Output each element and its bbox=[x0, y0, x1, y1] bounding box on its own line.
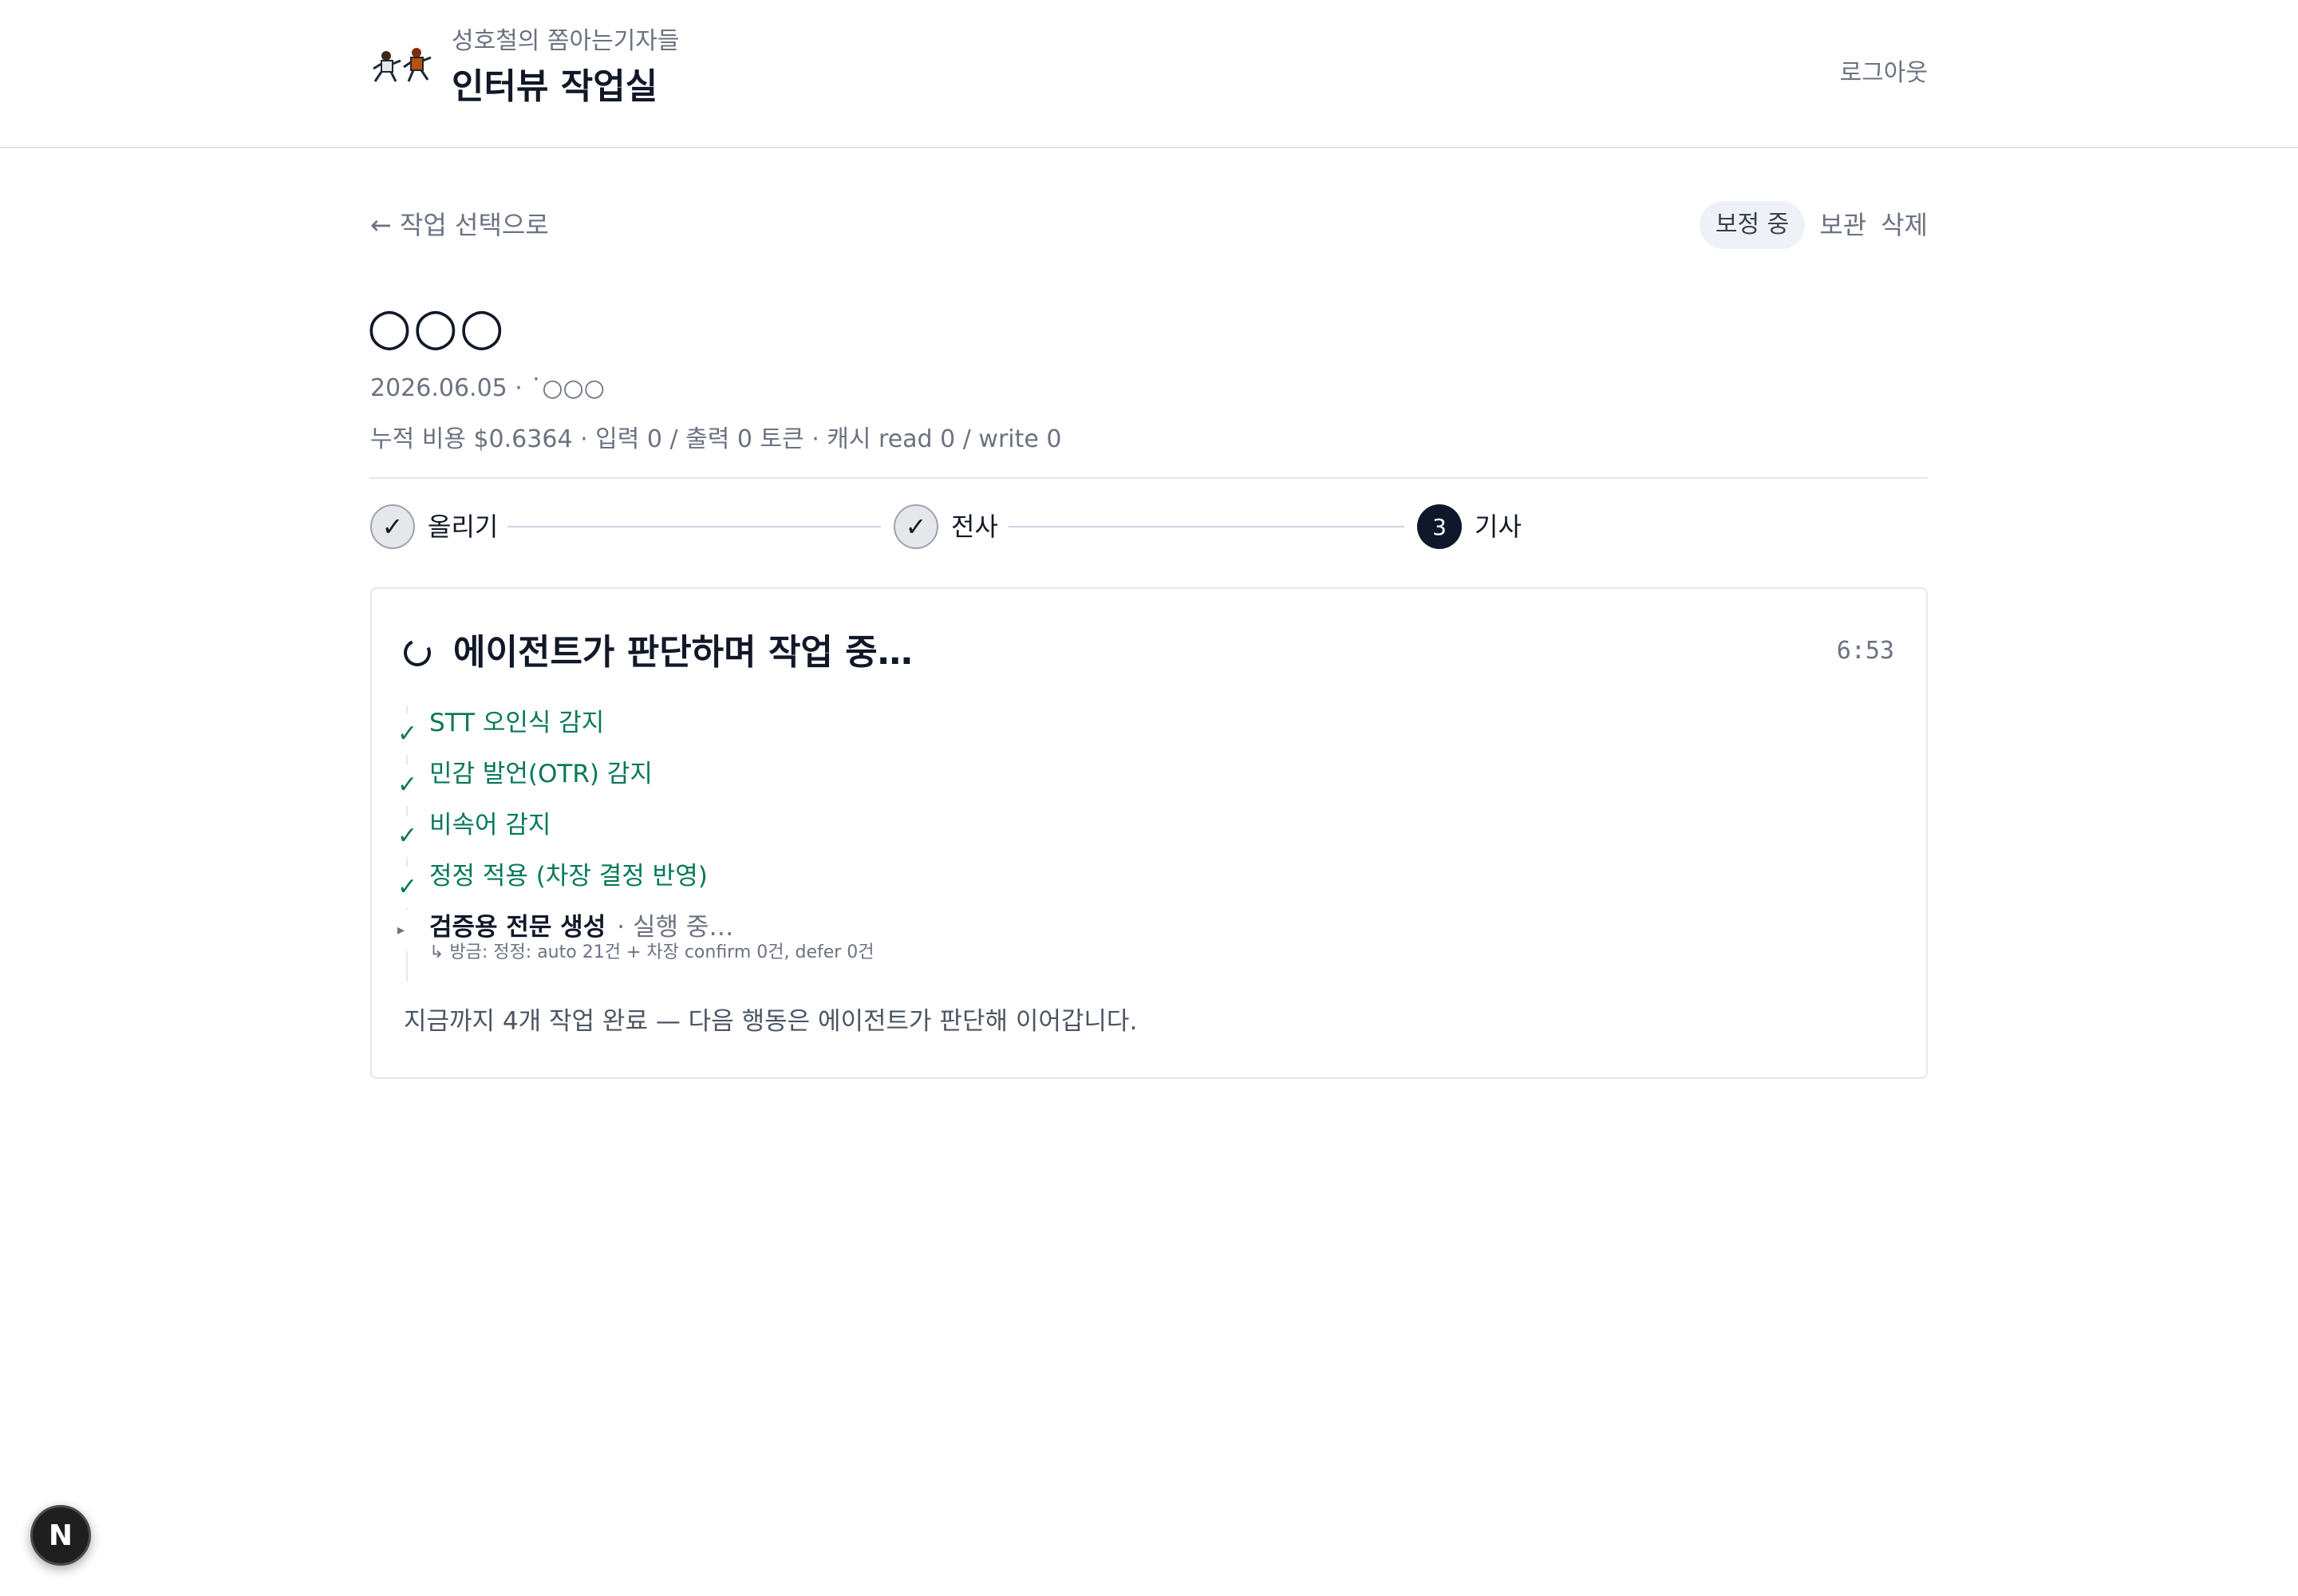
expand-triangle-icon[interactable]: ▸ bbox=[397, 910, 420, 951]
task-label: 검증용 전문 생성 bbox=[429, 913, 606, 942]
check-icon: ✓ bbox=[397, 713, 420, 755]
task-label: 비속어 감지 bbox=[429, 811, 551, 839]
task-list: ✓ STT 오인식 감지 ✓ 민감 발언(OTR) 감지 ✓ 비속어 감지 ✓ … bbox=[397, 705, 1897, 982]
divider bbox=[370, 477, 1928, 479]
task-status: · 실행 중… bbox=[617, 913, 734, 942]
delete-button[interactable]: 삭제 bbox=[1881, 207, 1928, 243]
card-header: 에이전트가 판단하며 작업 중… bbox=[400, 629, 913, 677]
step-label: 전사 bbox=[951, 512, 998, 542]
list-item: ✓ STT 오인식 감지 bbox=[397, 705, 1897, 757]
list-item: ✓ 민감 발언(OTR) 감지 bbox=[397, 757, 1897, 808]
task-label: STT 오인식 감지 bbox=[429, 709, 605, 737]
step-number: 3 bbox=[1417, 504, 1462, 549]
job-meta: 2026.06.05 · ˙̇○○○ bbox=[370, 374, 605, 402]
brand-text: 성호철의 쫌아는기자들 인터뷰 작업실 bbox=[452, 24, 680, 110]
check-icon: ✓ bbox=[397, 867, 420, 908]
next-dev-indicator-icon[interactable]: N bbox=[30, 1505, 91, 1566]
brand-subtitle: 성호철의 쫌아는기자들 bbox=[452, 27, 680, 55]
step-label: 기사 bbox=[1475, 512, 1522, 542]
cost-summary: 누적 비용 $0.6364 · 입력 0 / 출력 0 토큰 · 캐시 read… bbox=[370, 425, 1062, 453]
step-connector bbox=[507, 526, 881, 527]
elapsed-timer: 6:53 bbox=[1836, 637, 1894, 665]
reporters-logo-icon bbox=[370, 43, 434, 91]
step-label: 올리기 bbox=[428, 512, 499, 542]
list-item: ✓ 비속어 감지 bbox=[397, 808, 1897, 859]
back-to-jobs-link[interactable]: ← 작업 선택으로 bbox=[370, 207, 549, 243]
task-label: 정정 적용 (차장 결정 반영) bbox=[429, 862, 708, 891]
progress-stepper: ✓ 올리기 ✓ 전사 3 기사 bbox=[370, 503, 1928, 551]
running-task[interactable]: ▸ 검증용 전문 생성 · 실행 중… bbox=[397, 910, 1897, 951]
loading-spinner-icon bbox=[400, 635, 435, 670]
check-icon: ✓ bbox=[397, 764, 420, 806]
page-title: ○○○ bbox=[367, 298, 506, 357]
check-icon: ✓ bbox=[370, 504, 415, 549]
archive-button[interactable]: 보관 bbox=[1819, 207, 1866, 243]
step-upload[interactable]: ✓ 올리기 bbox=[370, 503, 498, 551]
agent-progress-card: 에이전트가 판단하며 작업 중… 6:53 ✓ STT 오인식 감지 ✓ 민감 … bbox=[370, 587, 1928, 1079]
job-actions: 보정 중 보관 삭제 bbox=[1699, 201, 1928, 249]
logout-button[interactable]: 로그아웃 bbox=[1840, 57, 1928, 89]
app-title: 인터뷰 작업실 bbox=[452, 66, 658, 107]
step-transcribe[interactable]: ✓ 전사 bbox=[894, 503, 998, 551]
app-header: 성호철의 쫌아는기자들 인터뷰 작업실 로그아웃 bbox=[0, 0, 2298, 148]
check-icon: ✓ bbox=[894, 504, 938, 549]
status-badge: 보정 중 bbox=[1699, 201, 1806, 249]
brand[interactable]: 성호철의 쫌아는기자들 인터뷰 작업실 bbox=[370, 24, 680, 110]
step-article[interactable]: 3 기사 bbox=[1417, 503, 1522, 551]
check-icon: ✓ bbox=[397, 816, 420, 857]
list-item: ✓ 정정 적용 (차장 결정 반영) bbox=[397, 859, 1897, 910]
agent-status-title: 에이전트가 판단하며 작업 중… bbox=[453, 632, 913, 673]
task-label: 민감 발언(OTR) 감지 bbox=[429, 760, 653, 788]
agent-summary: 지금까지 4개 작업 완료 — 다음 행동은 에이전트가 판단해 이어갑니다. bbox=[404, 1007, 1138, 1036]
step-connector bbox=[1009, 526, 1404, 527]
